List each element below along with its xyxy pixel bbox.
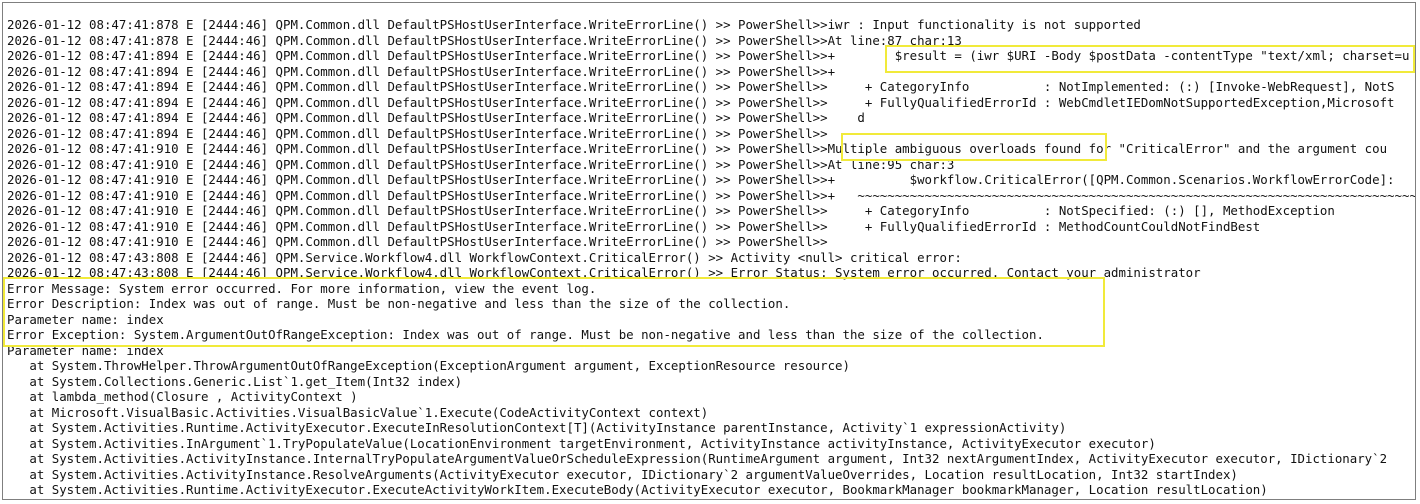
log-line: 2026-01-12 08:47:41:910 E [2444:46] QPM.… <box>7 187 1416 203</box>
log-line: at System.Activities.InArgument`1.TryPop… <box>7 435 1156 451</box>
log-line: at lambda_method(Closure , ActivityConte… <box>7 389 358 404</box>
log-line: 2026-01-12 08:47:41:894 E [2444:46] QPM.… <box>7 79 1395 94</box>
log-line: 2026-01-12 08:47:41:910 E [2444:46] QPM.… <box>7 172 1395 187</box>
log-line: at System.ThrowHelper.ThrowArgumentOutOf… <box>7 358 850 373</box>
log-line: at System.Collections.Generic.List`1.get… <box>7 373 463 389</box>
log-line: 2026-01-12 08:47:41:910 E [2444:46] QPM.… <box>7 141 1388 156</box>
log-line: 2026-01-12 08:47:41:910 E [2444:46] QPM.… <box>7 218 1261 234</box>
log-viewer-window: 2026-01-12 08:47:41:878 E [2444:46] QPM.… <box>2 2 1416 500</box>
log-line: Error Message: System error occurred. Fo… <box>7 280 597 296</box>
log-line: 2026-01-12 08:47:43:808 E [2444:46] QPM.… <box>7 265 1201 280</box>
log-line: 2026-01-12 08:47:41:894 E [2444:46] QPM.… <box>7 94 1395 110</box>
log-line: at System.Activities.ActivityInstance.Re… <box>7 466 1238 482</box>
log-line: Error Description: Index was out of rang… <box>7 296 791 311</box>
log-line: 2026-01-12 08:47:41:878 E [2444:46] QPM.… <box>7 17 1141 32</box>
log-line: 2026-01-12 08:47:41:910 E [2444:46] QPM.… <box>7 203 1335 218</box>
log-line: 2026-01-12 08:47:41:894 E [2444:46] QPM.… <box>7 63 1416 79</box>
log-line: Parameter name: index <box>7 342 164 358</box>
log-line: 2026-01-12 08:47:41:878 E [2444:46] QPM.… <box>7 32 962 48</box>
log-text-area: 2026-01-12 08:47:41:878 E [2444:46] QPM.… <box>7 17 1416 498</box>
log-line: 2026-01-12 08:47:41:910 E [2444:46] QPM.… <box>7 156 955 172</box>
log-line: 2026-01-12 08:47:41:894 E [2444:46] QPM.… <box>7 48 1410 63</box>
log-line: at System.Activities.Runtime.ActivityExe… <box>7 482 1268 497</box>
log-line: at Microsoft.VisualBasic.Activities.Visu… <box>7 404 709 420</box>
log-line: 2026-01-12 08:47:41:910 E [2444:46] QPM.… <box>7 234 828 249</box>
log-line: at System.Activities.Runtime.ActivityExe… <box>7 420 1067 435</box>
log-line: 2026-01-12 08:47:41:894 E [2444:46] QPM.… <box>7 125 828 141</box>
log-line: Parameter name: index <box>7 311 164 327</box>
log-line: 2026-01-12 08:47:43:808 E [2444:46] QPM.… <box>7 249 962 265</box>
log-line: 2026-01-12 08:47:41:894 E [2444:46] QPM.… <box>7 110 865 125</box>
log-line: at System.Activities.ActivityInstance.In… <box>7 451 1388 466</box>
log-line: Error Exception: System.ArgumentOutOfRan… <box>7 327 1044 342</box>
